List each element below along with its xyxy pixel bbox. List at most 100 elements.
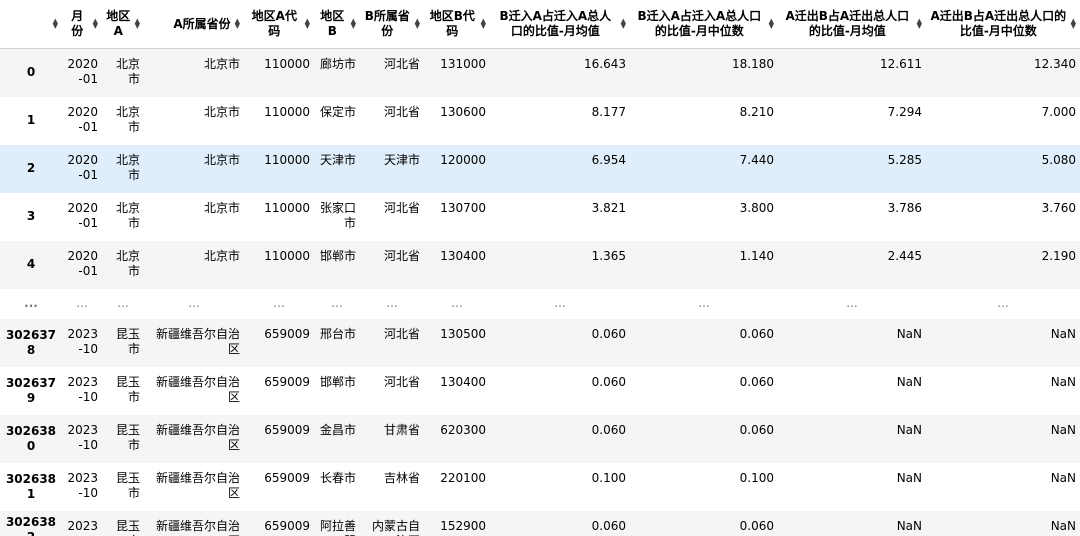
cell-provA: 新疆维吾尔自治区	[155, 470, 240, 500]
cell-codeA: 110000	[264, 248, 310, 263]
cell-regionA: 北京市	[115, 57, 140, 86]
header-cell-content: A迁出B占A迁出总人口的比值-月均值 ▲ ▼	[782, 9, 922, 39]
sort-arrows-icon[interactable]: ▲ ▼	[351, 18, 356, 30]
cell-a_out_median: 3.760	[1041, 200, 1076, 215]
cell-month: 2020-01	[67, 248, 98, 278]
sort-arrows-icon[interactable]: ▲ ▼	[415, 18, 420, 30]
cell-b_in_median: 0.060	[739, 326, 774, 341]
cell-regionB: ...	[331, 296, 343, 310]
column-header-b_in_median[interactable]: B迁入A占迁入A总人口的比值-月中位数 ▲ ▼	[630, 0, 778, 49]
cell-provA: 新疆维吾尔自治区	[155, 326, 240, 356]
sort-arrows-icon[interactable]: ▲ ▼	[917, 18, 922, 30]
column-header-label: B所属省份	[364, 9, 410, 38]
column-header-month[interactable]: 月份 ▲ ▼	[62, 0, 102, 49]
dataframe-viewer: ▲ ▼ 月份 ▲ ▼ 地区A ▲ ▼ A所属省份 ▲ ▼ 地区A代码 ▲ ▼ 地区B ▲ ▼ B所属省份 ▲ ▼ 地区B…	[0, 0, 1080, 536]
cell-codeB: 130700	[440, 200, 486, 215]
column-header-a_out_mean[interactable]: A迁出B占A迁出总人口的比值-月均值 ▲ ▼	[778, 0, 926, 49]
column-header-a_out_median[interactable]: A迁出B占A迁出总人口的比值-月中位数 ▲ ▼	[926, 0, 1080, 49]
cell-provB: 甘肃省	[383, 422, 420, 437]
table-row[interactable]: 2 2020-01 北京市 北京市 110000 天津市 天津市 120000 6.954 7.4…	[0, 144, 1080, 193]
cell-regionA: ...	[117, 296, 129, 310]
row-index: 3026381	[5, 471, 57, 501]
sort-arrows-icon[interactable]: ▲ ▼	[53, 18, 58, 30]
cell-codeA: 659009	[264, 518, 310, 533]
column-header-regionA[interactable]: 地区A ▲ ▼	[102, 0, 144, 49]
sort-arrows-icon[interactable]: ▲ ▼	[305, 18, 310, 30]
cell-codeA: 659009	[264, 326, 310, 341]
cell-a_out_mean: NaN	[896, 470, 922, 485]
column-header-b_in_mean[interactable]: B迁入A占迁入A总人口的比值-月均值 ▲ ▼	[490, 0, 630, 49]
cell-codeB: 120000	[440, 152, 486, 167]
table-row[interactable]: 3026382 2023-10 昆玉市新疆维吾尔自治区 659009 阿拉善盟内蒙古自治…	[0, 510, 1080, 536]
table-row[interactable]: 3026379 2023-10 昆玉市 新疆维吾尔自治区 659009 邯郸市 河北省 130…	[0, 366, 1080, 415]
sort-arrows-icon[interactable]: ▲ ▼	[235, 18, 240, 30]
cell-codeA: 110000	[264, 104, 310, 119]
cell-provA: 新疆维吾尔自治区	[155, 518, 240, 536]
cell-codeA: 659009	[264, 374, 310, 389]
cell-regionA: 北京市	[115, 152, 140, 182]
sort-arrows-icon[interactable]: ▲ ▼	[621, 18, 626, 30]
header-cell-content: B迁入A占迁入A总人口的比值-月均值 ▲ ▼	[494, 9, 626, 39]
cell-a_out_median: NaN	[1050, 374, 1076, 389]
cell-regionB: 保定市	[319, 104, 356, 119]
cell-a_out_mean: NaN	[896, 374, 922, 389]
cell-a_out_median: NaN	[1050, 422, 1076, 437]
cell-regionA: 北京市	[115, 104, 140, 134]
column-header-provA[interactable]: A所属省份 ▲ ▼	[144, 0, 244, 49]
cell-regionA: 北京市	[115, 200, 140, 230]
cell-a_out_median: 5.080	[1041, 152, 1076, 167]
table-row[interactable]: 3026381 2023-10 昆玉市 新疆维吾尔自治区 659009 长春市 吉林省 220…	[0, 462, 1080, 511]
column-header-regionB[interactable]: 地区B ▲ ▼	[314, 0, 360, 49]
table-row[interactable]: 3026378 2023-10 昆玉市 新疆维吾尔自治区 659009 邢台市 河北省 130…	[0, 318, 1080, 367]
column-header-label: A迁出B占A迁出总人口的比值-月中位数	[930, 9, 1067, 38]
column-header-codeA[interactable]: 地区A代码 ▲ ▼	[244, 0, 314, 49]
column-header-label: 地区B	[320, 9, 345, 38]
column-header-label: 地区A	[106, 9, 131, 38]
cell-month: 2020-01	[67, 152, 98, 182]
cell-regionA: 昆玉市	[115, 518, 140, 536]
table-row[interactable]: ....................................	[0, 288, 1080, 319]
cell-b_in_mean: 3.821	[591, 200, 626, 215]
sort-arrows-icon[interactable]: ▲ ▼	[135, 18, 140, 30]
row-index: 3026379	[5, 375, 57, 405]
table-row[interactable]: 0 2020-01 北京市 北京市 110000 廊坊市 河北省 131000 16.643 18…	[0, 48, 1080, 97]
column-header-codeB[interactable]: 地区B代码 ▲ ▼	[424, 0, 490, 49]
table-row[interactable]: 4 2020-01 北京市 北京市 110000 邯郸市 河北省 130400 1.365 1.1…	[0, 240, 1080, 289]
sort-arrows-icon[interactable]: ▲ ▼	[1071, 18, 1076, 30]
table-row[interactable]: 3 2020-01 北京市 北京市 110000 张家口市 河北省 130700 3.821 3.…	[0, 192, 1080, 241]
cell-a_out_mean: 7.294	[887, 104, 922, 119]
cell-a_out_mean: 3.786	[887, 200, 922, 215]
column-header-label: A迁出B占A迁出总人口的比值-月均值	[785, 9, 910, 38]
cell-codeA: ...	[273, 296, 285, 310]
cell-codeB: 130600	[440, 104, 486, 119]
cell-provA: ...	[188, 296, 200, 310]
header-index[interactable]: ▲ ▼	[0, 0, 62, 49]
cell-regionB: 廊坊市	[319, 57, 356, 71]
cell-provA: 北京市	[203, 248, 240, 263]
cell-b_in_mean: 8.177	[591, 104, 626, 119]
column-header-provB[interactable]: B所属省份 ▲ ▼	[360, 0, 424, 49]
cell-provB: 河北省	[383, 374, 420, 389]
table-row[interactable]: 3026380 2023-10 昆玉市 新疆维吾尔自治区 659009 金昌市 甘肃省 620…	[0, 414, 1080, 463]
cell-b_in_mean: ...	[554, 296, 566, 310]
table-row[interactable]: 1 2020-01 北京市 北京市 110000 保定市 河北省 130600 8.177 8.2…	[0, 96, 1080, 145]
cell-b_in_median: 18.180	[732, 57, 774, 71]
cell-a_out_median: 7.000	[1041, 104, 1076, 119]
sort-arrows-icon[interactable]: ▲ ▼	[93, 18, 98, 30]
cell-codeA: 110000	[264, 57, 310, 71]
cell-regionA: 昆玉市	[115, 470, 140, 500]
cell-b_in_median: 1.140	[739, 248, 774, 263]
cell-provA: 新疆维吾尔自治区	[155, 422, 240, 452]
header-cell-content: A迁出B占A迁出总人口的比值-月中位数 ▲ ▼	[930, 9, 1076, 39]
sort-arrows-icon[interactable]: ▲ ▼	[769, 18, 774, 30]
cell-b_in_mean: 0.060	[591, 518, 626, 533]
cell-b_in_mean: 1.365	[591, 248, 626, 263]
header-cell-content: 月份 ▲ ▼	[66, 9, 98, 39]
cell-b_in_median: ...	[698, 296, 710, 310]
sort-arrows-icon[interactable]: ▲ ▼	[481, 18, 486, 30]
cell-a_out_median: NaN	[1050, 470, 1076, 485]
header-cell-content: 地区B代码 ▲ ▼	[428, 9, 486, 39]
column-header-label: 地区B代码	[429, 9, 475, 38]
header-cell-content: 地区B ▲ ▼	[318, 9, 356, 39]
cell-codeB: 152900	[440, 518, 486, 533]
